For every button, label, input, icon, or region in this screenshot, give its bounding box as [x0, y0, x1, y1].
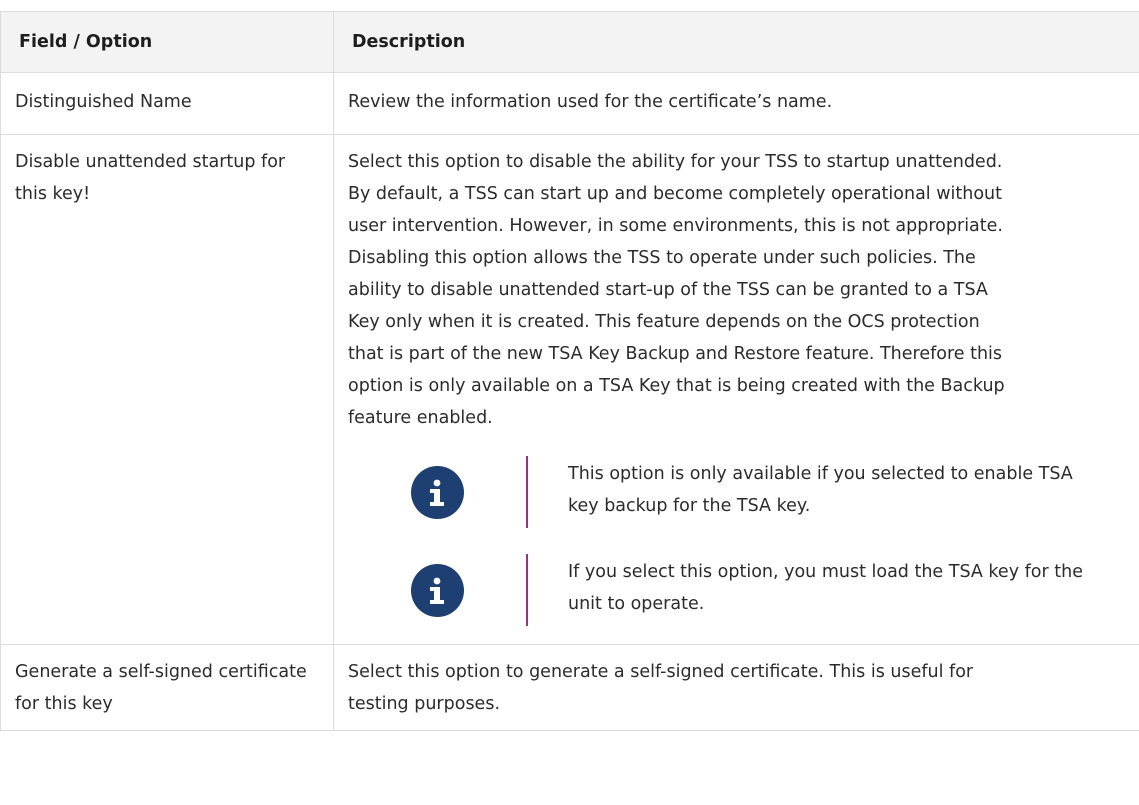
description-line: option is only available on a TSA Key th… [348, 376, 1005, 396]
description-line: Disabling this option allows the TSS to … [348, 248, 976, 268]
info-icon [410, 466, 464, 519]
description-distinguished-name: Review the information used for the cert… [333, 72, 1139, 135]
field-disable-unattended-startup: Disable unattended startup for this key! [0, 134, 334, 645]
info-note: If you select this option, you must load… [348, 554, 1138, 634]
table-row: Disable unattended startup for this key!… [0, 134, 1139, 645]
options-table: Field / Option Description Distinguished… [0, 11, 1139, 731]
description-line: feature enabled. [348, 408, 493, 428]
description-line: testing purposes. [348, 694, 501, 714]
field-generate-self-signed: Generate a self-signed certificate for t… [0, 644, 334, 731]
header-field-option: Field / Option [0, 11, 334, 73]
description-generate-self-signed: Select this option to generate a self-si… [333, 644, 1139, 731]
table-row: Distinguished Name Review the informatio… [0, 72, 1139, 135]
table-row: Generate a self-signed certificate for t… [0, 644, 1139, 731]
description-line: ability to disable unattended start-up o… [348, 280, 988, 300]
description-disable-unattended-startup: Select this option to disable the abilit… [333, 134, 1139, 645]
header-description: Description [333, 11, 1139, 73]
table-header-row: Field / Option Description [0, 11, 1139, 73]
note-text: This option is only available if you sel… [568, 464, 1073, 516]
description-line: user intervention. However, in some envi… [348, 216, 1003, 236]
description-line: Review the information used for the cert… [348, 92, 833, 112]
description-line: Select this option to generate a self-si… [348, 662, 974, 682]
description-line: By default, a TSS can start up and becom… [348, 184, 1003, 204]
description-line: Key only when it is created. This featur… [348, 312, 980, 332]
field-distinguished-name: Distinguished Name [0, 72, 334, 135]
description-line: that is part of the new TSA Key Backup a… [348, 344, 1003, 364]
note-text: If you select this option, you must load… [568, 562, 1083, 614]
info-icon [410, 564, 464, 617]
info-note: This option is only available if you sel… [348, 456, 1138, 536]
description-line: Select this option to disable the abilit… [348, 152, 1003, 172]
